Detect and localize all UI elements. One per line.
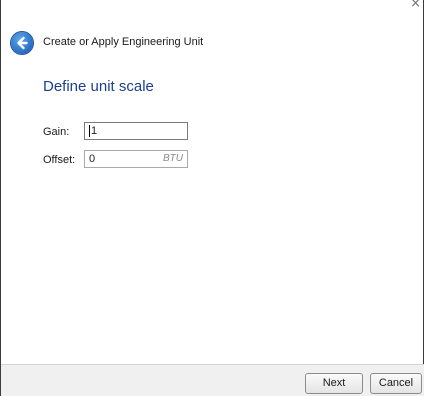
gain-input[interactable]: 1 [84, 122, 188, 140]
offset-input[interactable]: 0 BTU [84, 150, 188, 168]
next-button[interactable]: Next [305, 373, 363, 394]
page-title: Define unit scale [43, 78, 154, 95]
offset-value: 0 [89, 153, 96, 165]
close-icon[interactable]: × [410, 0, 421, 12]
cancel-button[interactable]: Cancel [370, 373, 422, 394]
wizard-window: × Create or Apply Engineering Unit Defin… [0, 0, 424, 396]
gain-value: 1 [91, 125, 98, 137]
gain-label: Gain: [43, 126, 70, 138]
offset-unit: BTU [163, 153, 183, 164]
back-arrow-icon [17, 36, 28, 50]
back-button[interactable] [11, 32, 33, 54]
text-caret [89, 125, 90, 138]
wizard-title: Create or Apply Engineering Unit [43, 36, 204, 48]
offset-label: Offset: [43, 154, 76, 166]
wizard-footer: Next Cancel [1, 364, 424, 396]
